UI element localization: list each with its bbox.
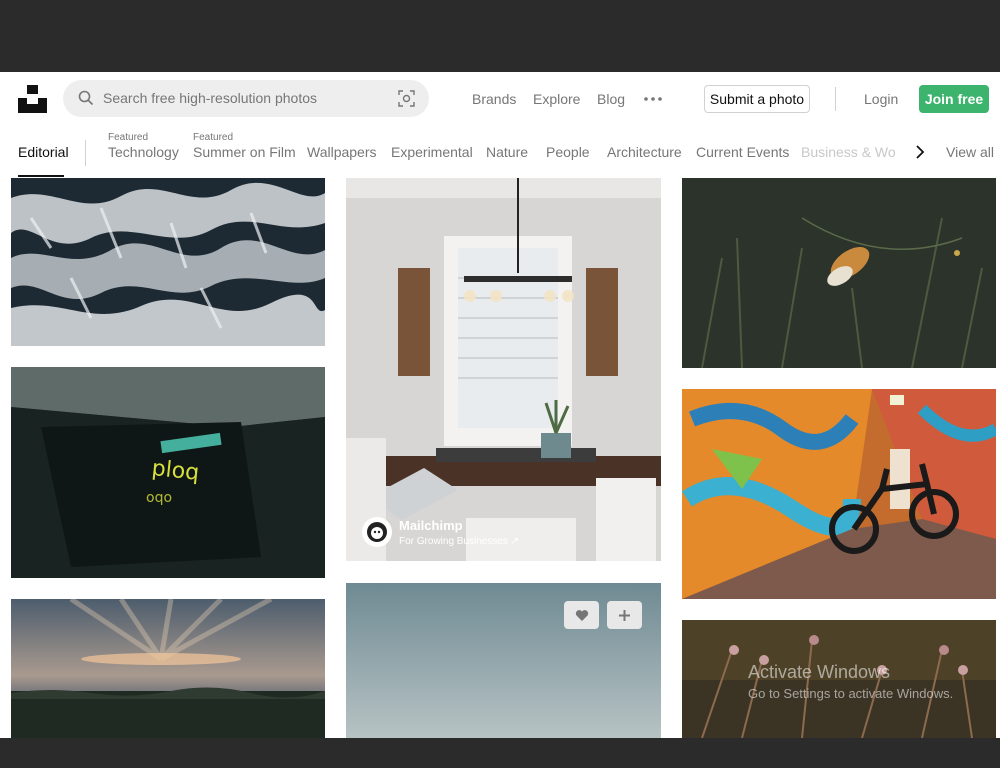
photo-neon-reflection[interactable]: ploq oqo xyxy=(11,367,325,578)
nav-brands-link[interactable]: Brands xyxy=(472,91,516,107)
svg-text:ploq: ploq xyxy=(150,456,200,486)
like-button[interactable] xyxy=(564,601,599,629)
window-bottom-bar xyxy=(0,738,1000,768)
tab-technology[interactable]: Technology xyxy=(108,144,179,160)
photo-mailchimp-dining-room[interactable]: Mailchimp For Growing Businesses ↗ xyxy=(346,178,661,561)
tab-people[interactable]: People xyxy=(546,144,590,160)
tab-current-events[interactable]: Current Events xyxy=(696,144,789,160)
tab-experimental[interactable]: Experimental xyxy=(391,144,473,160)
chevron-right-icon[interactable] xyxy=(914,144,926,160)
search-icon[interactable] xyxy=(78,90,94,106)
photo-sky-gradient[interactable] xyxy=(346,583,661,738)
category-divider xyxy=(85,140,86,166)
windows-activation-watermark: Activate Windows Go to Settings to activ… xyxy=(748,662,953,701)
tab-editorial[interactable]: Editorial xyxy=(18,144,69,160)
category-nav: Editorial Featured Technology Featured S… xyxy=(0,126,1000,178)
nav-explore-link[interactable]: Explore xyxy=(533,91,580,107)
watermark-title: Activate Windows xyxy=(748,662,891,682)
sponsor-name[interactable]: Mailchimp xyxy=(399,518,519,533)
watermark-subtitle: Go to Settings to activate Windows. xyxy=(748,686,954,701)
login-link[interactable]: Login xyxy=(864,91,898,107)
active-tab-indicator xyxy=(18,175,64,177)
search-bar[interactable]: Search free high-resolution photos xyxy=(63,80,429,117)
add-to-collection-button[interactable] xyxy=(607,601,642,629)
tab-nature[interactable]: Nature xyxy=(486,144,528,160)
tab-summer-on-film[interactable]: Summer on Film xyxy=(193,144,296,160)
tab-wallpapers[interactable]: Wallpapers xyxy=(307,144,377,160)
photo-butterfly-grass[interactable] xyxy=(682,178,996,368)
unsplash-page: Search free high-resolution photos Brand… xyxy=(0,72,1000,738)
sponsor-overlay[interactable]: Mailchimp For Growing Businesses ↗ xyxy=(362,517,519,547)
plus-icon xyxy=(619,609,630,621)
tab-business-work[interactable]: Business & Work xyxy=(801,144,896,160)
svg-text:oqo: oqo xyxy=(146,490,172,506)
featured-label: Featured xyxy=(193,132,234,143)
visual-search-icon[interactable] xyxy=(398,90,415,107)
featured-label: Featured xyxy=(108,132,149,143)
photo-sunrays-forest[interactable] xyxy=(11,599,325,738)
heart-icon xyxy=(575,609,588,621)
more-dots-icon[interactable] xyxy=(644,97,662,101)
tab-architecture[interactable]: Architecture xyxy=(607,144,682,160)
header-divider xyxy=(835,87,836,111)
unsplash-logo-icon[interactable] xyxy=(18,85,47,113)
join-free-button[interactable]: Join free xyxy=(919,85,989,113)
submit-photo-button[interactable]: Submit a photo xyxy=(704,85,810,113)
window-top-bar xyxy=(0,0,1000,72)
sponsor-tagline[interactable]: For Growing Businesses ↗ xyxy=(399,536,519,547)
search-placeholder[interactable]: Search free high-resolution photos xyxy=(103,90,317,106)
mailchimp-logo-icon xyxy=(362,517,392,547)
nav-blog-link[interactable]: Blog xyxy=(597,91,625,107)
site-header: Search free high-resolution photos Brand… xyxy=(0,72,1000,126)
view-all-link[interactable]: View all xyxy=(946,144,994,160)
photo-ocean-waves[interactable] xyxy=(11,178,325,346)
photo-graffiti-bike[interactable] xyxy=(682,389,996,599)
